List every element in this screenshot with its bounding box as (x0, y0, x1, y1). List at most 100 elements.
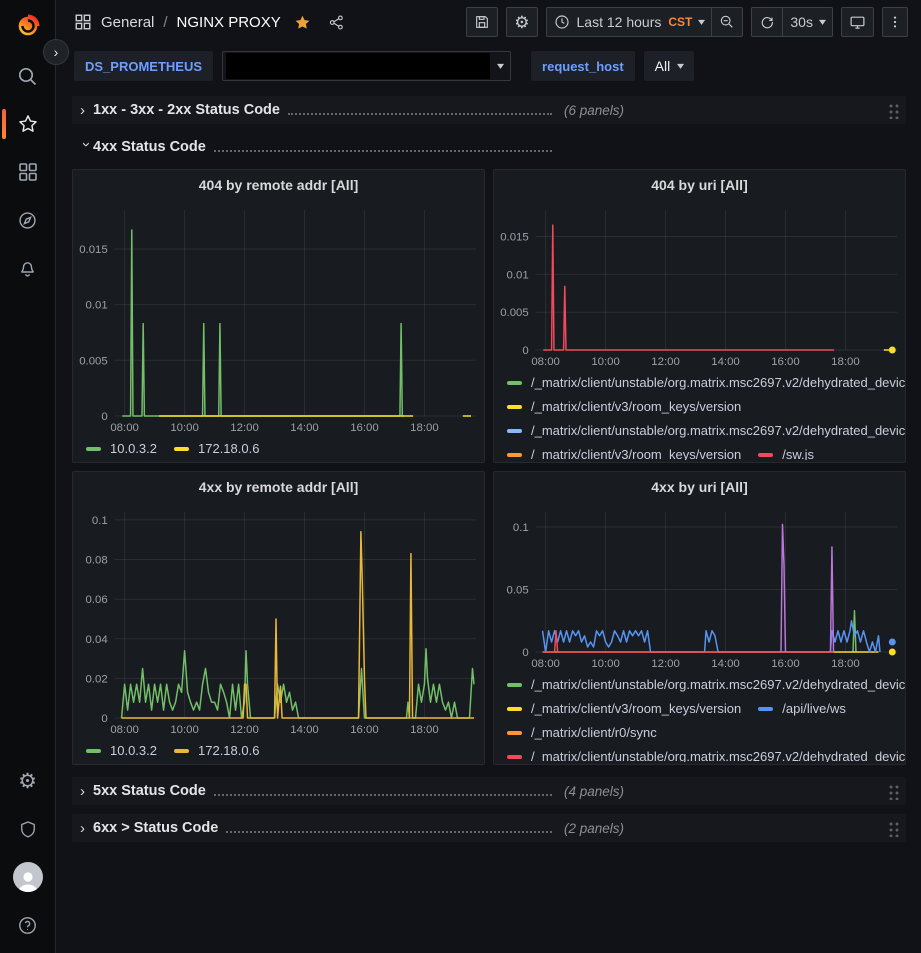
drag-handle-icon[interactable] (887, 820, 899, 837)
panel-legend: /_matrix/client/unstable/org.matrix.msc2… (494, 370, 905, 460)
svg-text:12:00: 12:00 (230, 422, 259, 434)
chart-canvas[interactable]: 08:0010:0012:0014:0016:0018:0000.050.1 (494, 502, 905, 672)
legend-swatch (507, 381, 522, 385)
svg-text:18:00: 18:00 (831, 658, 860, 670)
sidebar-expand-button[interactable]: › (43, 39, 69, 65)
variable-value-ds-prometheus[interactable]: ▾ (222, 51, 511, 81)
save-dashboard-button[interactable] (466, 7, 498, 37)
time-range-picker[interactable]: Last 12 hours CST ▾ (546, 7, 713, 37)
breadcrumb-dashboard-title[interactable]: NGINX PROXY (177, 14, 281, 31)
svg-text:10:00: 10:00 (591, 356, 620, 368)
panel-4xx-by-remote-addr-all: 4xx by remote addr [All]08:0010:0012:001… (72, 471, 485, 765)
timezone-label: CST (668, 15, 692, 29)
legend-item[interactable]: 172.18.0.6 (174, 437, 259, 461)
panel-title[interactable]: 4xx by uri [All] (494, 472, 905, 502)
legend-item[interactable]: /_matrix/client/r0/sync (507, 721, 657, 745)
svg-text:08:00: 08:00 (110, 422, 139, 434)
dashboard-settings-button[interactable]: ⚙ (506, 7, 537, 37)
svg-text:0.02: 0.02 (86, 673, 108, 685)
legend-label: /_matrix/client/unstable/org.matrix.msc2… (531, 745, 905, 762)
legend-label: /_matrix/client/r0/sync (531, 721, 657, 745)
variable-value-text: All (655, 58, 671, 74)
svg-text:0.05: 0.05 (507, 584, 529, 596)
panel-404-by-uri-all: 404 by uri [All]08:0010:0012:0014:0016:0… (493, 169, 906, 463)
legend-swatch (507, 731, 522, 735)
share-icon[interactable] (328, 14, 345, 31)
chart-canvas[interactable]: 08:0010:0012:0014:0016:0018:0000.0050.01… (73, 200, 484, 436)
legend-item[interactable]: /_matrix/client/v3/room_keys/version (507, 443, 741, 460)
legend-item[interactable]: 10.0.3.2 (86, 739, 157, 763)
row-6xx-status-code[interactable]: › 6xx > Status Code (2 panels) (72, 814, 906, 842)
svg-text:16:00: 16:00 (771, 658, 800, 670)
dashboard-variables-bar: DS_PROMETHEUS ▾ request_host All ▾ (57, 44, 921, 91)
bell-icon (17, 258, 38, 279)
panel-404-by-remote-addr-all: 404 by remote addr [All] 08:00 10:00 12:00 1… (72, 169, 485, 463)
panel-title[interactable]: 404 by remote addr [All] (73, 170, 484, 200)
avatar (13, 862, 43, 892)
legend-item[interactable]: /_matrix/client/v3/room_keys/version (507, 697, 741, 721)
drag-handle-icon[interactable] (887, 783, 899, 800)
chart-canvas[interactable]: 08:0010:0012:0014:0016:0018:0000.020.040… (73, 502, 484, 738)
row-title: 6xx > Status Code (93, 820, 218, 836)
legend-swatch (86, 447, 101, 451)
svg-text:12:00: 12:00 (230, 724, 259, 736)
legend-item[interactable]: /sw.js (758, 443, 814, 460)
tv-mode-button[interactable] (841, 7, 874, 37)
legend-item[interactable]: /_matrix/client/unstable/org.matrix.msc2… (507, 673, 905, 697)
chevron-right-icon: › (80, 820, 93, 837)
sidebar-item-help[interactable] (0, 901, 56, 949)
svg-text:10:00: 10:00 (170, 422, 199, 434)
dotted-leader (214, 150, 552, 152)
chart-canvas[interactable]: 08:0010:0012:0014:0016:0018:0000.0050.01… (494, 200, 905, 370)
sidebar-item-explore[interactable] (0, 196, 56, 244)
drag-handle-icon[interactable] (887, 102, 899, 119)
legend-item[interactable]: /_matrix/client/v3/room_keys/version (507, 395, 741, 419)
dotted-leader (214, 794, 552, 796)
kebab-menu-button[interactable] (882, 7, 908, 37)
sidebar-item-profile[interactable] (0, 853, 56, 901)
panel-grid: 404 by remote addr [All] 08:00 10:00 12:00 1… (72, 169, 906, 765)
legend-item[interactable]: /_matrix/client/unstable/org.matrix.msc2… (507, 371, 905, 395)
svg-text:0.015: 0.015 (500, 231, 529, 243)
sidebar-item-dashboards[interactable] (0, 148, 56, 196)
zoom-out-button[interactable] (712, 7, 743, 37)
row-4xx-status-code[interactable]: › 4xx Status Code (72, 133, 906, 161)
svg-text:0: 0 (101, 713, 107, 725)
refresh-interval-picker[interactable]: 30s ▾ (783, 7, 833, 37)
svg-text:14:00: 14:00 (290, 724, 319, 736)
row-1xx-3xx-2xx-status-code[interactable]: › 1xx - 3xx - 2xx Status Code (6 panels) (72, 96, 906, 124)
variable-value-request-host[interactable]: All ▾ (644, 51, 695, 81)
legend-swatch (507, 429, 522, 433)
svg-text:0.08: 0.08 (86, 554, 108, 566)
legend-swatch (507, 755, 522, 759)
breadcrumb-section[interactable]: General (101, 14, 154, 31)
legend-swatch (507, 405, 522, 409)
svg-text:08:00: 08:00 (531, 356, 560, 368)
svg-text:0.06: 0.06 (86, 594, 108, 606)
favorite-star-icon[interactable] (294, 14, 311, 31)
apps-grid-icon (74, 13, 92, 31)
row-5xx-status-code[interactable]: › 5xx Status Code (4 panels) (72, 777, 906, 805)
legend-label: /_matrix/client/v3/room_keys/version (531, 395, 741, 419)
legend-item[interactable]: /_matrix/client/unstable/org.matrix.msc2… (507, 419, 905, 443)
chevron-down-icon: › (78, 142, 95, 155)
sidebar-item-alerting[interactable] (0, 244, 56, 292)
legend-item[interactable]: 10.0.3.2 (86, 437, 157, 461)
refresh-button[interactable] (751, 7, 783, 37)
svg-text:0: 0 (101, 411, 107, 423)
sidebar: ⚙ (0, 0, 56, 953)
legend-label: 172.18.0.6 (198, 739, 259, 763)
legend-item[interactable]: /api/live/ws (758, 697, 846, 721)
sidebar-item-server-admin[interactable] (0, 805, 56, 853)
sidebar-item-starred[interactable] (0, 100, 56, 148)
legend-item[interactable]: 172.18.0.6 (174, 739, 259, 763)
panel-legend: 10.0.3.2 172.18.0.6 (73, 738, 484, 763)
panel-title[interactable]: 4xx by remote addr [All] (73, 472, 484, 502)
svg-text:0.1: 0.1 (92, 515, 108, 527)
legend-item[interactable]: /_matrix/client/unstable/org.matrix.msc2… (507, 745, 905, 762)
dotted-leader (226, 831, 552, 833)
legend-label: /_matrix/client/v3/room_keys/version (531, 443, 741, 460)
panel-title[interactable]: 404 by uri [All] (494, 170, 905, 200)
sidebar-item-settings[interactable]: ⚙ (0, 757, 56, 805)
legend-swatch (174, 749, 189, 753)
